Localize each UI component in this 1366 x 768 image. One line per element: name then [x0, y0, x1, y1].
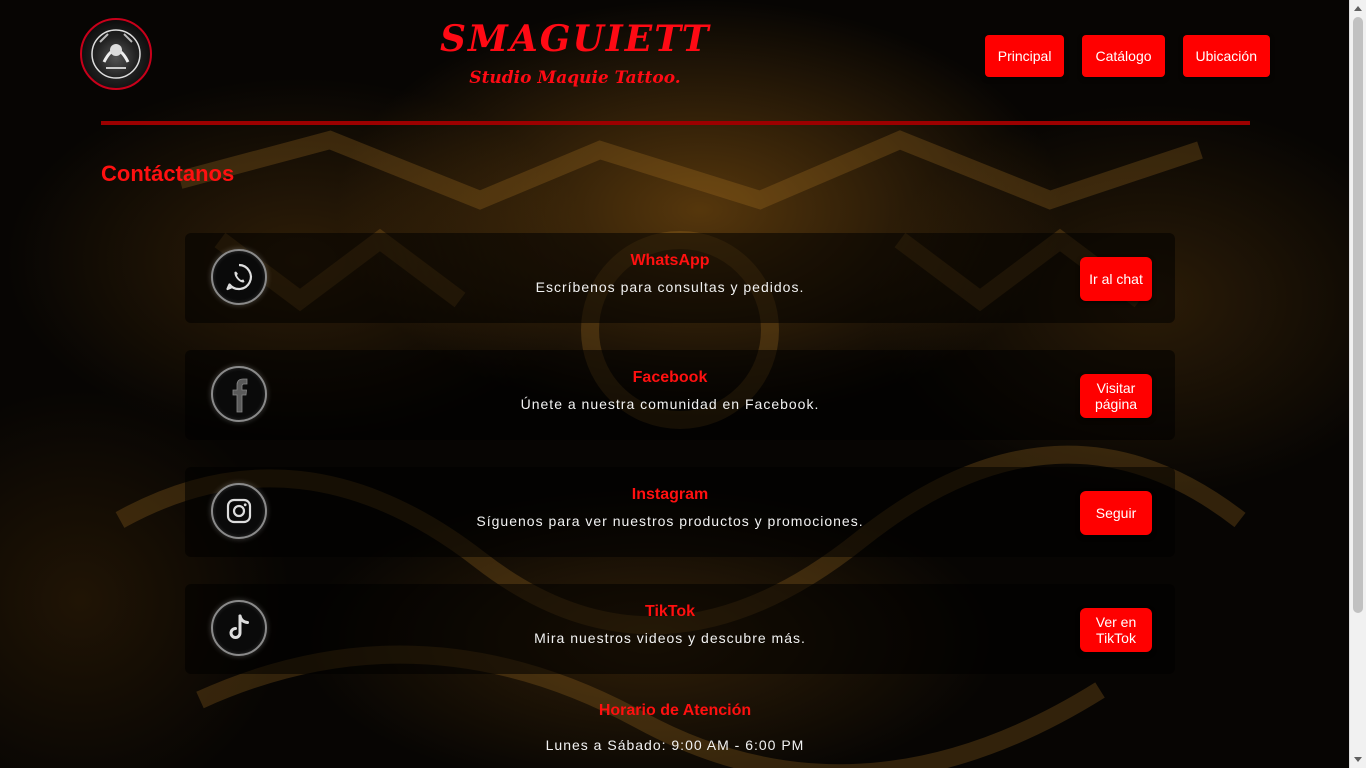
nav-principal-button[interactable]: Principal — [984, 35, 1065, 77]
card-description: Síguenos para ver nuestros productos y p… — [476, 513, 864, 529]
card-title: WhatsApp — [630, 252, 710, 269]
facebook-visit-button[interactable]: Visitar página — [1080, 374, 1152, 418]
card-text: Instagram Síguenos para ver nuestros pro… — [285, 485, 1055, 529]
contact-card-whatsapp: WhatsApp Escríbenos para consultas y ped… — [185, 233, 1175, 323]
brand-subtitle: Studio Maquie Tattoo. — [469, 68, 681, 88]
contact-card-tiktok: TikTok Mira nuestros videos y descubre m… — [185, 584, 1175, 674]
hours-text: Lunes a Sábado: 9:00 AM - 6:00 PM — [545, 737, 805, 753]
scroll-down-icon[interactable] — [1354, 757, 1362, 762]
contact-card-facebook: Facebook Únete a nuestra comunidad en Fa… — [185, 350, 1175, 440]
page: SMAGUIETT Studio Maquie Tattoo. Principa… — [0, 0, 1366, 768]
card-description: Escríbenos para consultas y pedidos. — [535, 279, 805, 295]
whatsapp-chat-button[interactable]: Ir al chat — [1080, 257, 1152, 301]
card-title: Facebook — [632, 369, 708, 386]
card-description: Únete a nuestra comunidad en Facebook. — [520, 396, 820, 412]
contact-title: Contáctanos — [101, 161, 235, 186]
contact-cards: WhatsApp Escríbenos para consultas y ped… — [185, 233, 1175, 701]
nav-ubicacion-button[interactable]: Ubicación — [1182, 35, 1270, 77]
header-divider — [101, 121, 1250, 125]
facebook-icon — [211, 366, 267, 422]
scroll-up-icon[interactable] — [1354, 6, 1362, 11]
vertical-scrollbar[interactable] — [1349, 0, 1366, 768]
scrollbar-thumb[interactable] — [1353, 17, 1363, 613]
brand-title: SMAGUIETT — [440, 18, 711, 60]
nav-catalogo-button[interactable]: Catálogo — [1082, 35, 1165, 77]
brand: SMAGUIETT Studio Maquie Tattoo. — [440, 18, 711, 88]
tattoo-logo-icon — [91, 29, 141, 79]
logo[interactable] — [80, 18, 152, 90]
hours-title: Horario de Atención — [598, 702, 752, 719]
instagram-follow-button[interactable]: Seguir — [1080, 491, 1152, 535]
card-text: Facebook Únete a nuestra comunidad en Fa… — [285, 368, 1055, 412]
main-nav: Principal Catálogo Ubicación — [984, 35, 1270, 77]
tiktok-view-button[interactable]: Ver en TikTok — [1080, 608, 1152, 652]
contact-card-instagram: Instagram Síguenos para ver nuestros pro… — [185, 467, 1175, 557]
card-text: WhatsApp Escríbenos para consultas y ped… — [285, 251, 1055, 295]
tiktok-icon — [211, 600, 267, 656]
card-text: TikTok Mira nuestros videos y descubre m… — [285, 602, 1055, 646]
card-description: Mira nuestros videos y descubre más. — [534, 630, 806, 646]
card-title: Instagram — [631, 486, 709, 503]
instagram-icon — [211, 483, 267, 539]
card-title: TikTok — [644, 603, 696, 620]
whatsapp-icon — [211, 249, 267, 305]
